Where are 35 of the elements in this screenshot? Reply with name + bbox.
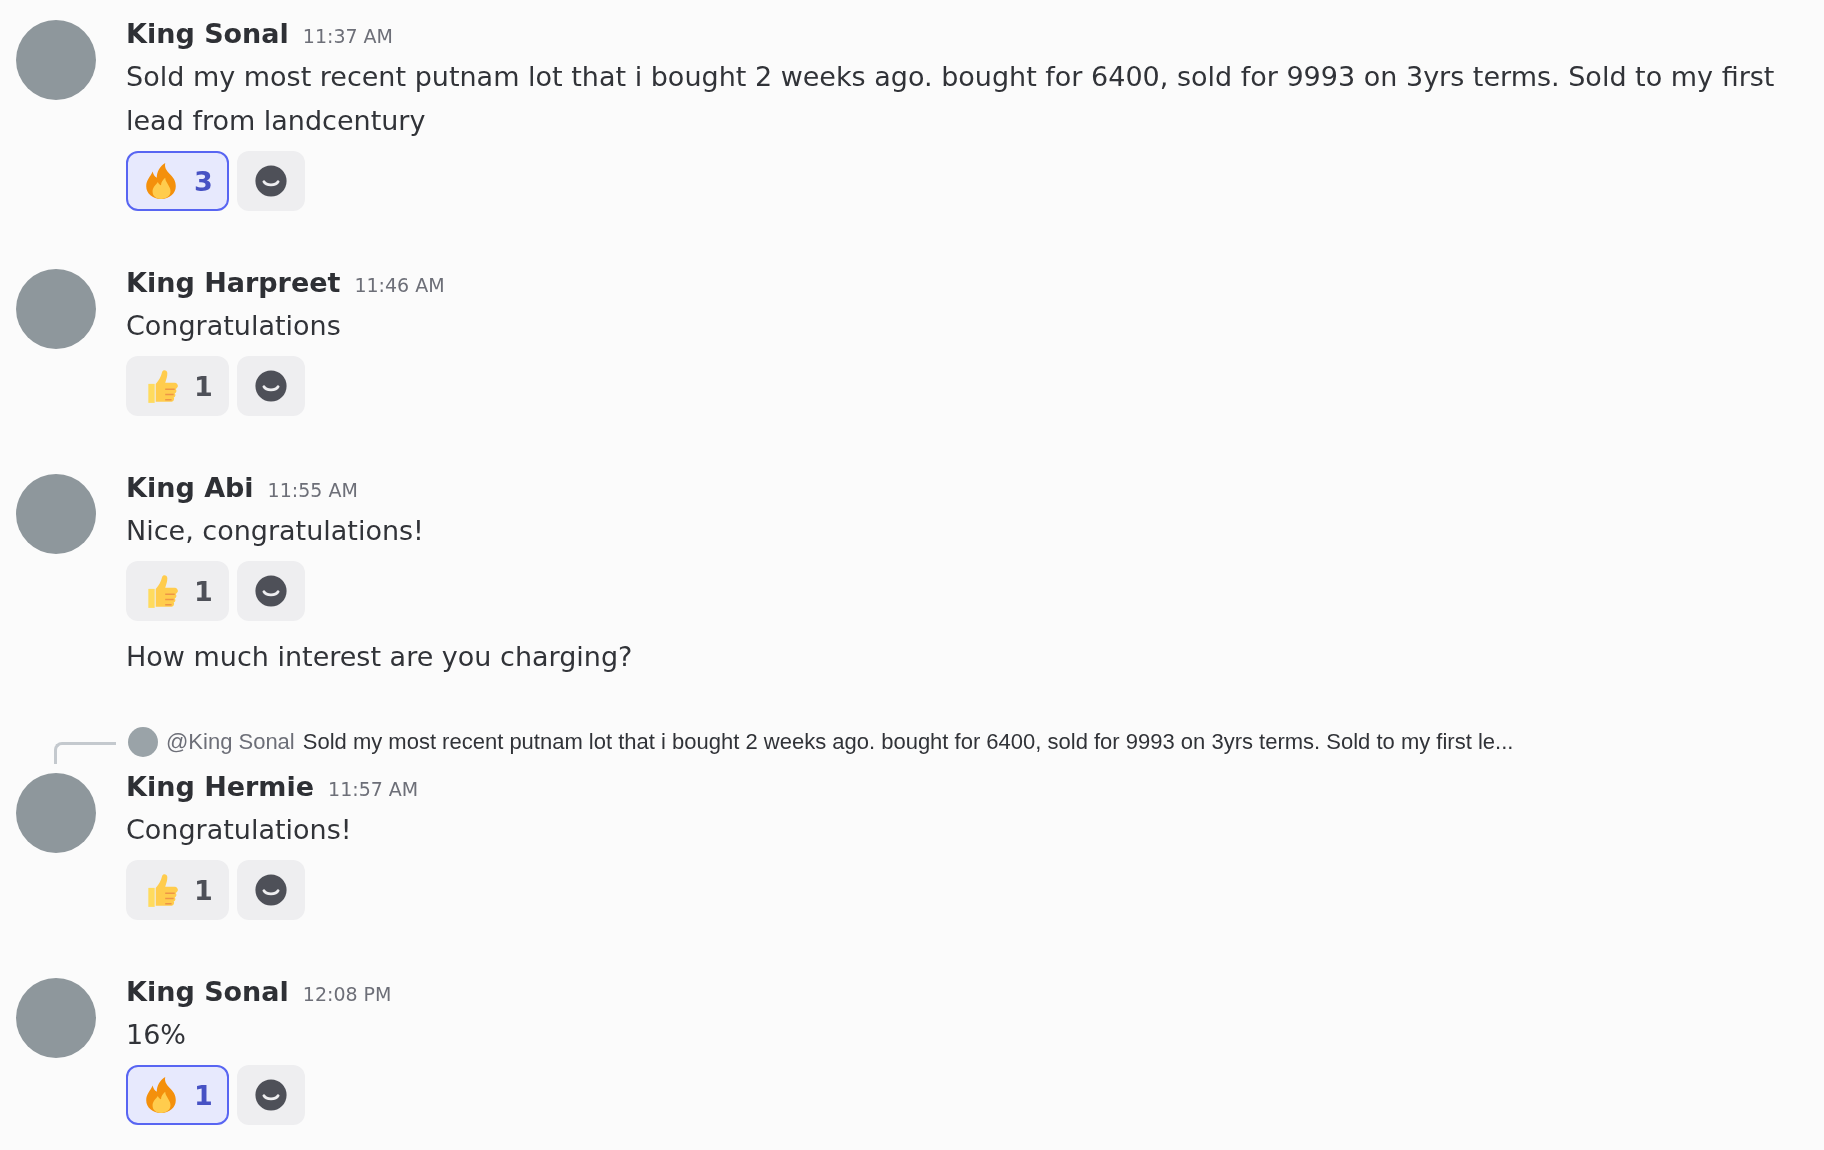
username[interactable]: King Harpreet [126,267,341,298]
reaction-button[interactable]: 1 [126,860,229,920]
add-reaction-button[interactable] [236,1065,305,1125]
smiley-icon [253,873,288,907]
add-reaction-button[interactable] [236,860,305,920]
timestamp: 11:46 AM [354,274,445,296]
message-text: Nice, congratulations! [126,514,425,548]
message-text: Congratulations [126,309,342,343]
message-text: Sold my most recent putnam lot that i bought 2 weeks ago. bought for 6400, sold for 9993 on 3yrs terms. Sold to my first lead from landcentury [126,60,1776,138]
message-text: How much interest are you charging? [126,640,634,674]
username[interactable]: King Hermie [126,771,315,802]
reply-connector [54,742,116,764]
add-reaction-button[interactable] [236,356,305,416]
username[interactable]: King Abi [126,472,254,503]
timestamp: 12:08 PM [302,983,392,1005]
smiley-icon [253,1078,288,1112]
avatar-photo-placeholder [128,727,158,757]
username[interactable]: King Sonal [126,976,289,1007]
timestamp: 11:37 AM [302,25,393,47]
reply-mention[interactable]: @King Sonal [166,729,295,755]
add-reaction-button[interactable] [236,561,305,621]
username[interactable]: King Sonal [126,18,289,49]
reply-preview[interactable]: Sold my most recent putnam lot that i bought 2 weeks ago. bought for 6400, sold for 9993 on 3yrs terms. Sold to my first le... [302,729,1514,755]
message-text: Congratulations! [126,813,353,847]
smiley-icon [253,574,288,608]
smiley-icon [253,369,288,403]
message-text: 16% [126,1018,187,1052]
reaction-button[interactable]: 1 [126,1065,229,1125]
reaction-button[interactable]: 1 [126,561,229,621]
smiley-icon [253,164,288,198]
reaction-button[interactable]: 1 [126,356,229,416]
timestamp: 11:55 AM [267,479,358,501]
reaction-button[interactable]: 3 [126,151,229,211]
timestamp: 11:57 AM [328,778,419,800]
add-reaction-button[interactable] [236,151,305,211]
